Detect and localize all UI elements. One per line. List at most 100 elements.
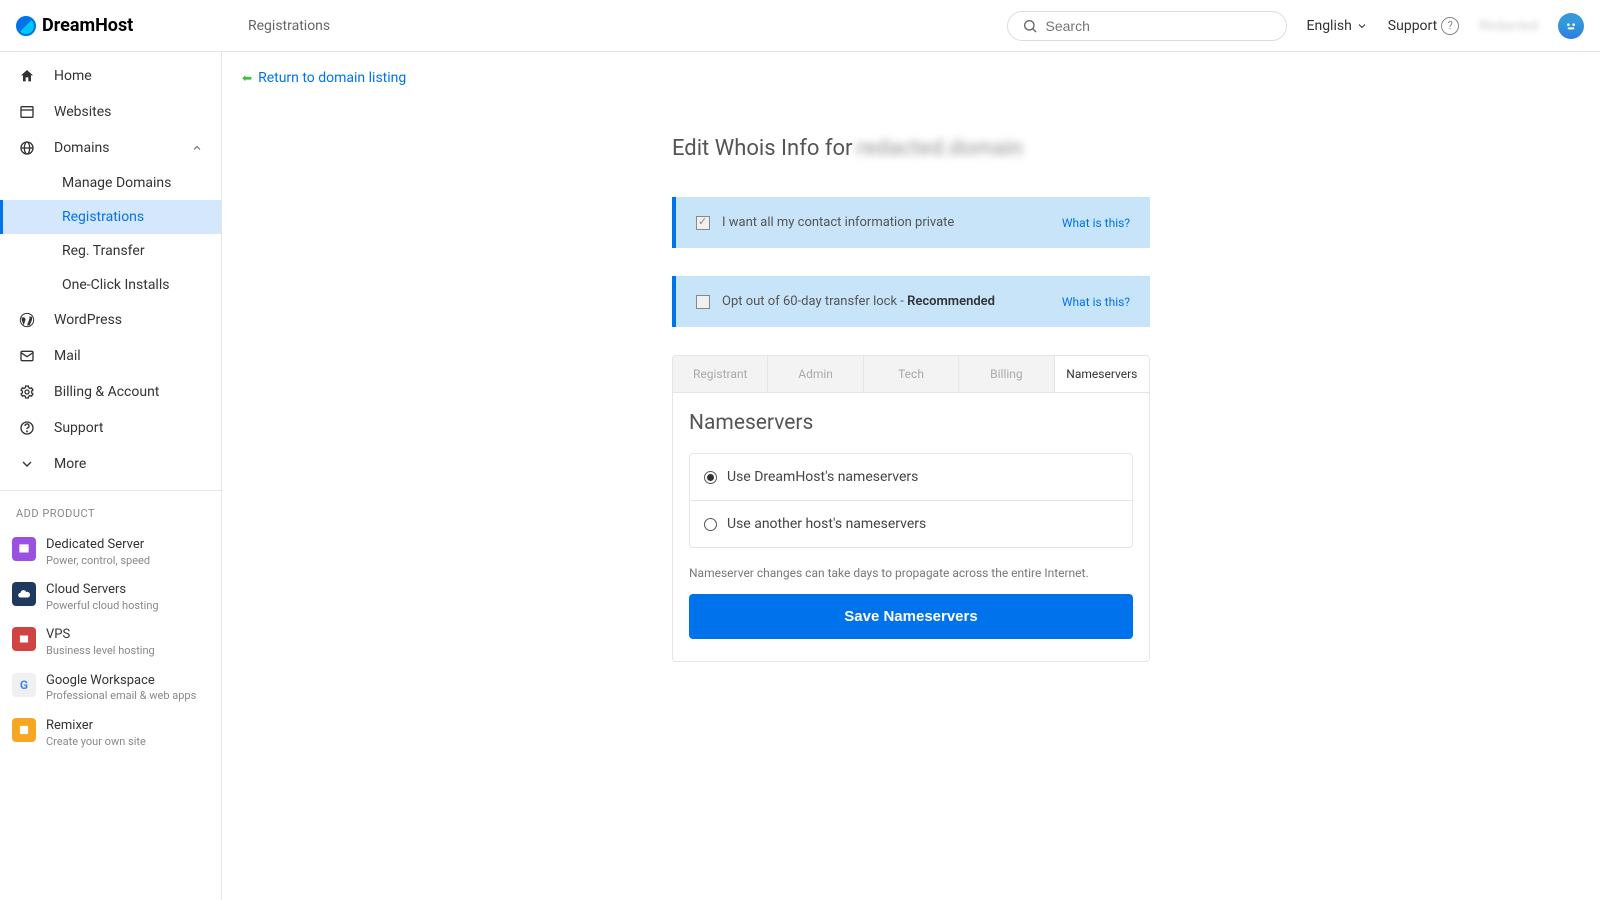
info-box-optout: Opt out of 60-day transfer lock - Recomm…	[672, 276, 1150, 327]
return-link[interactable]: ⬅ Return to domain listing	[242, 70, 406, 86]
sidebar-item-billing[interactable]: Billing & Account	[0, 374, 221, 410]
help-icon	[18, 420, 36, 436]
product-title: Cloud Servers	[46, 582, 159, 599]
save-nameservers-button[interactable]: Save Nameservers	[689, 594, 1133, 639]
subitem-manage-domains[interactable]: Manage Domains	[0, 166, 221, 200]
help-icon: ?	[1441, 17, 1459, 35]
product-subtitle: Create your own site	[46, 735, 146, 749]
product-subtitle: Professional email & web apps	[46, 689, 196, 703]
product-cloud-servers[interactable]: Cloud Servers Powerful cloud hosting	[0, 575, 221, 620]
arrow-left-icon: ⬅	[242, 71, 252, 85]
sidebar-item-wordpress[interactable]: WordPress	[0, 302, 221, 338]
search-box[interactable]	[1007, 11, 1287, 41]
product-remixer[interactable]: Remixer Create your own site	[0, 711, 221, 756]
sidebar: Home Websites Domains Manage Domains Reg…	[0, 52, 222, 900]
divider	[0, 490, 221, 491]
panel-title: Nameservers	[689, 411, 1133, 435]
globe-icon	[18, 140, 36, 156]
server-icon	[12, 537, 36, 561]
info-box-label: I want all my contact information privat…	[722, 215, 954, 230]
language-label: English	[1307, 18, 1352, 34]
language-selector[interactable]: English	[1307, 18, 1368, 34]
sidebar-item-label: Mail	[54, 348, 81, 364]
search-input[interactable]	[1046, 18, 1272, 34]
product-title: VPS	[46, 627, 155, 644]
sidebar-item-more[interactable]: More	[0, 446, 221, 482]
chevron-up-icon	[191, 142, 203, 154]
tab-nameservers[interactable]: Nameservers	[1055, 356, 1149, 392]
subitem-reg-transfer[interactable]: Reg. Transfer	[0, 234, 221, 268]
page-title-prefix: Edit Whois Info for	[672, 136, 853, 161]
websites-icon	[18, 104, 36, 120]
radio-dreamhost-ns[interactable]: Use DreamHost's nameservers	[690, 454, 1132, 501]
checkbox-optout[interactable]	[696, 295, 710, 309]
main-content: ⬅ Return to domain listing Edit Whois In…	[222, 52, 1600, 900]
product-title: Remixer	[46, 718, 146, 735]
mail-icon	[18, 348, 36, 364]
sidebar-item-support[interactable]: Support	[0, 410, 221, 446]
info-box-label: Opt out of 60-day transfer lock - Recomm…	[722, 294, 995, 309]
brand-name: DreamHost	[42, 15, 133, 36]
subitem-one-click[interactable]: One-Click Installs	[0, 268, 221, 302]
radio-label: Use another host's nameservers	[727, 516, 926, 532]
checkbox-private[interactable]	[696, 216, 710, 230]
radio-icon	[704, 471, 717, 484]
search-icon	[1022, 18, 1038, 34]
subitem-registrations[interactable]: Registrations	[0, 200, 221, 234]
tab-billing[interactable]: Billing	[959, 356, 1054, 392]
remixer-icon	[12, 718, 36, 742]
cloud-icon	[12, 582, 36, 606]
product-dedicated-server[interactable]: Dedicated Server Power, control, speed	[0, 530, 221, 575]
add-product-heading: ADD PRODUCT	[0, 499, 221, 530]
radio-other-ns[interactable]: Use another host's nameservers	[690, 501, 1132, 547]
sidebar-item-label: Support	[54, 420, 103, 436]
propagation-note: Nameserver changes can take days to prop…	[689, 566, 1133, 580]
brand-logo[interactable]: DreamHost	[16, 15, 236, 36]
sidebar-item-mail[interactable]: Mail	[0, 338, 221, 374]
vps-icon	[12, 627, 36, 651]
return-link-label: Return to domain listing	[258, 70, 406, 86]
sidebar-item-label: Home	[54, 68, 92, 84]
page-title-domain: redacted.domain	[857, 136, 1023, 161]
what-is-this-link[interactable]: What is this?	[1062, 295, 1130, 309]
sidebar-item-label: Domains	[54, 140, 109, 156]
home-icon	[18, 68, 36, 84]
tab-panel: Nameservers Use DreamHost's nameservers …	[672, 393, 1150, 662]
breadcrumb: Registrations	[248, 18, 330, 34]
tab-registrant[interactable]: Registrant	[673, 356, 768, 392]
nameserver-options: Use DreamHost's nameservers Use another …	[689, 453, 1133, 548]
support-link[interactable]: Support ?	[1388, 17, 1459, 35]
tab-admin[interactable]: Admin	[768, 356, 863, 392]
product-vps[interactable]: VPS Business level hosting	[0, 620, 221, 665]
radio-icon	[704, 518, 717, 531]
chevron-down-icon	[1356, 20, 1368, 32]
page-title: Edit Whois Info for redacted.domain	[672, 136, 1150, 161]
info-box-private: I want all my contact information privat…	[672, 197, 1150, 248]
sidebar-item-label: More	[54, 456, 86, 472]
sidebar-item-home[interactable]: Home	[0, 58, 221, 94]
gear-icon	[18, 384, 36, 400]
sidebar-item-label: WordPress	[54, 312, 122, 328]
sidebar-item-websites[interactable]: Websites	[0, 94, 221, 130]
tabs: Registrant Admin Tech Billing Nameserver…	[672, 355, 1150, 393]
username: Redacted	[1479, 18, 1538, 34]
support-label: Support	[1388, 18, 1437, 34]
radio-label: Use DreamHost's nameservers	[727, 469, 918, 485]
avatar[interactable]	[1558, 13, 1584, 39]
product-subtitle: Power, control, speed	[46, 554, 150, 568]
sidebar-item-label: Billing & Account	[54, 384, 159, 400]
product-subtitle: Powerful cloud hosting	[46, 599, 159, 613]
product-title: Google Workspace	[46, 673, 196, 690]
chevron-down-icon	[18, 456, 36, 472]
top-header: DreamHost Registrations English Support …	[0, 0, 1600, 52]
product-subtitle: Business level hosting	[46, 644, 155, 658]
product-google-workspace[interactable]: G Google Workspace Professional email & …	[0, 666, 221, 711]
sidebar-item-domains[interactable]: Domains	[0, 130, 221, 166]
tab-tech[interactable]: Tech	[864, 356, 959, 392]
product-title: Dedicated Server	[46, 537, 150, 554]
sidebar-item-label: Websites	[54, 104, 111, 120]
google-icon: G	[12, 673, 36, 697]
logo-icon	[16, 16, 36, 36]
wordpress-icon	[18, 312, 36, 328]
what-is-this-link[interactable]: What is this?	[1062, 216, 1130, 230]
